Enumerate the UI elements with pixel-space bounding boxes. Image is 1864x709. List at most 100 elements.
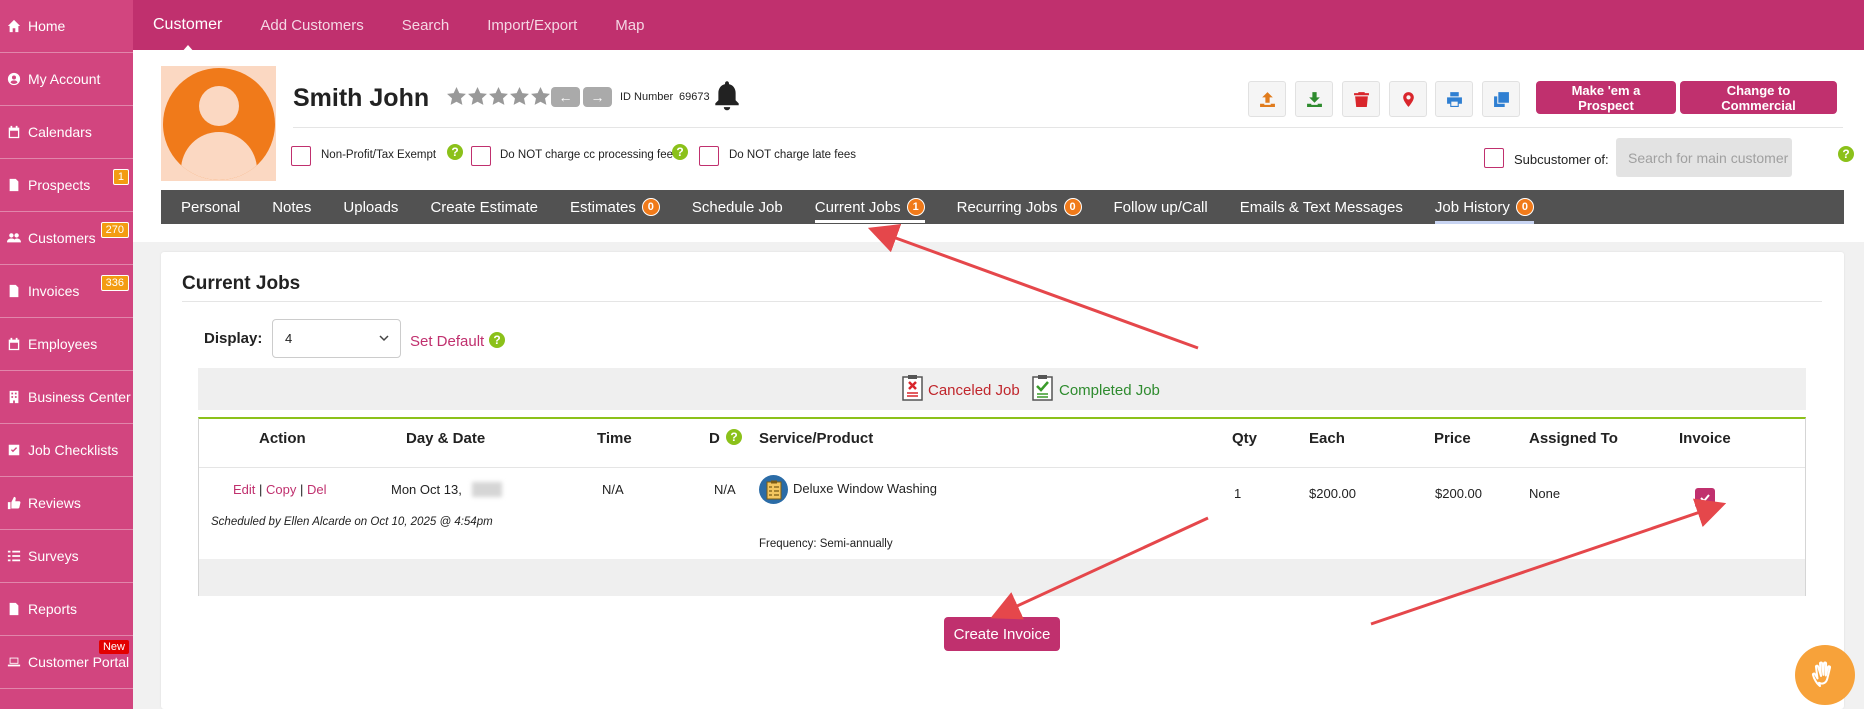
display-count-value: 4 [285,331,293,346]
sidebar-item-invoices[interactable]: Invoices 336 [0,265,133,318]
completed-job-label: Completed Job [1059,382,1160,399]
arrow-right-icon: → [590,89,605,105]
column-header-price: Price [1434,430,1471,447]
help-icon[interactable]: ? [726,429,742,445]
copy-job-link[interactable]: Copy [266,482,296,497]
tab-recurring-jobs[interactable]: Recurring Jobs 0 [957,190,1082,224]
no-cc-fee-label: Do NOT charge cc processing fee [500,149,674,161]
delete-button[interactable] [1342,81,1380,117]
tab-uploads[interactable]: Uploads [343,190,398,224]
tab-label: Uploads [343,198,399,216]
sidebar-item-customer-portal[interactable]: Customer Portal New [0,636,133,689]
tab-label: Recurring Jobs [956,198,1058,216]
sidebar-item-customers[interactable]: Customers 270 [0,212,133,265]
delete-job-link[interactable]: Del [307,482,327,497]
sidebar-item-label: Job Checklists [28,442,119,458]
nonprofit-checkbox[interactable] [291,146,311,166]
help-icon[interactable]: ? [447,144,463,160]
calendar-icon [6,124,22,140]
nav-search[interactable]: Search [402,17,450,34]
sidebar-item-employees[interactable]: Employees [0,318,133,371]
sidebar-item-label: My Account [28,71,101,87]
sidebar-item-business-center[interactable]: Business Center [0,371,133,424]
print-icon [1446,91,1462,107]
help-icon[interactable]: ? [489,332,505,348]
job-qty: 1 [1234,486,1242,501]
nav-map[interactable]: Map [615,17,644,34]
set-default-link[interactable]: Set Default [410,333,484,350]
column-header-assigned-to: Assigned To [1529,430,1618,447]
tab-label: Estimates [569,198,636,216]
check-icon [1700,494,1710,503]
tab-emails-text-messages[interactable]: Emails & Text Messages [1240,190,1403,224]
count-badge: 0 [1063,198,1082,216]
sidebar-item-label: Invoices [28,283,80,299]
next-customer-button[interactable]: → [583,87,612,107]
star-icon[interactable] [509,86,530,107]
sidebar-item-job-checklists[interactable]: Job Checklists [0,424,133,477]
sidebar: Home My Account Calendars Prospects 1 Cu… [0,0,133,709]
help-icon[interactable]: ? [672,144,688,160]
sidebar-item-reports[interactable]: Reports [0,583,133,636]
nav-customer[interactable]: Customer [153,16,222,53]
sidebar-item-label: Employees [28,336,98,352]
tab-job-history[interactable]: Job History 0 [1434,190,1534,224]
duplicate-button[interactable] [1482,81,1520,117]
sidebar-item-reviews[interactable]: Reviews [0,477,133,530]
divider [199,467,1805,468]
bell-icon[interactable] [712,80,742,115]
download-button[interactable] [1295,81,1333,117]
download-icon [1306,91,1322,107]
tab-personal[interactable]: Personal [181,190,240,224]
sidebar-item-calendars[interactable]: Calendars [0,106,133,159]
no-late-fees-checkbox[interactable] [699,146,719,166]
star-icon[interactable] [530,86,551,107]
avatar[interactable] [161,66,276,181]
tab-create-estimate[interactable]: Create Estimate [430,190,538,224]
create-invoice-button[interactable]: Create Invoice [944,617,1060,651]
chat-widget-button[interactable] [1795,645,1855,705]
invoice-checkbox[interactable] [1695,488,1715,508]
count-badge: 0 [641,198,660,216]
display-count-select[interactable]: 4 [272,319,401,358]
completed-job-icon [1032,375,1053,401]
star-rating[interactable] [446,86,551,107]
sidebar-item-prospects[interactable]: Prospects 1 [0,159,133,212]
id-number-value: 69673 [679,91,710,103]
change-to-commercial-button[interactable]: Change to Commercial [1680,81,1837,114]
tab-schedule-job[interactable]: Schedule Job [692,190,783,224]
tab-current-jobs[interactable]: Current Jobs 1 [814,190,925,224]
map-pin-icon [1402,91,1414,107]
service-name: Deluxe Window Washing [793,481,938,496]
column-header-each: Each [1309,430,1345,447]
sidebar-item-label: Reports [28,601,78,617]
tab-label: Create Estimate [430,198,538,216]
sidebar-item-home[interactable]: Home [0,0,133,53]
sidebar-item-label: Home [28,18,66,34]
upload-button[interactable] [1248,81,1286,117]
document-icon [6,283,22,299]
job-date: Mon Oct 13, [391,482,462,497]
help-icon[interactable]: ? [1838,146,1854,162]
main-customer-search-input[interactable] [1616,138,1792,177]
edit-job-link[interactable]: Edit [233,482,255,497]
star-icon[interactable] [467,86,488,107]
tab-estimates[interactable]: Estimates 0 [570,190,660,224]
print-button[interactable] [1435,81,1473,117]
previous-customer-button[interactable]: ← [551,87,580,107]
star-icon[interactable] [446,86,467,107]
nav-import-export[interactable]: Import/Export [487,17,577,34]
tab-label: Personal [181,198,241,216]
map-location-button[interactable] [1389,81,1427,117]
document-icon [6,601,22,617]
make-prospect-button[interactable]: Make 'em a Prospect [1536,81,1676,114]
subcustomer-checkbox[interactable] [1484,148,1504,168]
sidebar-item-surveys[interactable]: Surveys [0,530,133,583]
nav-add-customers[interactable]: Add Customers [260,17,363,34]
no-cc-fee-checkbox[interactable] [471,146,491,166]
column-header-service: Service/Product [759,430,874,447]
tab-notes[interactable]: Notes [272,190,311,224]
star-icon[interactable] [488,86,509,107]
tab-follow-up-call[interactable]: Follow up/Call [1114,190,1208,224]
sidebar-item-my-account[interactable]: My Account [0,53,133,106]
